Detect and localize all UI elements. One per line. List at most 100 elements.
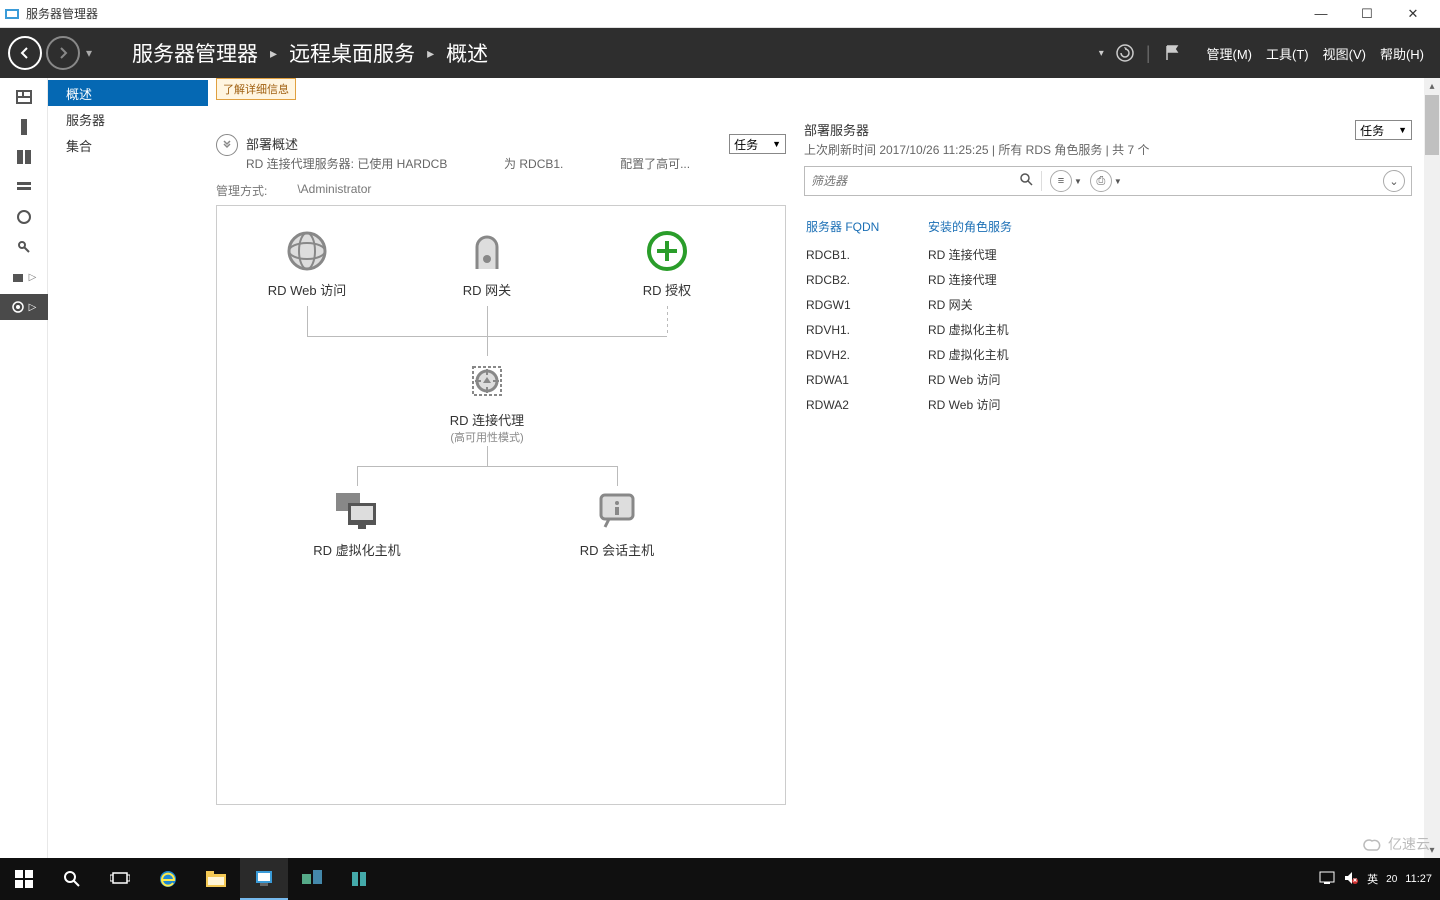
header-dropdown-icon[interactable]: ▾ — [1099, 48, 1104, 59]
tools-menu[interactable]: 工具(T) — [1266, 44, 1309, 63]
virt-host-icon — [287, 486, 427, 536]
manage-label: 管理方式: — [216, 182, 267, 199]
table-row[interactable]: RDVH1.RD 虚拟化主机 — [806, 318, 1020, 341]
maximize-button[interactable]: ☐ — [1344, 0, 1390, 28]
nav-item-collections[interactable]: 集合 — [48, 132, 208, 158]
list-icon: ≡ — [1050, 170, 1072, 192]
taskbar-app-icon[interactable] — [288, 858, 336, 900]
manage-row: 管理方式: \Administrator — [216, 178, 786, 203]
table-row[interactable]: RDWA1RD Web 访问 — [806, 368, 1020, 391]
filter-view-dropdown[interactable]: ≡▼ — [1050, 170, 1082, 192]
ime-indicator[interactable]: 英 — [1367, 871, 1378, 887]
breadcrumb-sep-icon: ▸ — [427, 45, 434, 62]
breadcrumb-item[interactable]: 概述 — [446, 38, 488, 68]
taskbar: 英 20 11:27 — [0, 858, 1440, 900]
explorer-icon[interactable] — [192, 858, 240, 900]
breadcrumb-item[interactable]: 服务器管理器 — [132, 38, 258, 68]
diagram-connector — [487, 446, 488, 466]
server-manager-taskbar-icon[interactable] — [240, 858, 288, 900]
deployment-servers-meta: 上次刷新时间 2017/10/26 11:25:25 | 所有 RDS 角色服务… — [804, 141, 1347, 158]
tray-monitor-icon[interactable] — [1319, 871, 1335, 888]
node-rd-license[interactable]: RD 授权 — [597, 226, 737, 299]
broker-icon — [417, 356, 557, 406]
flag-icon[interactable] — [1161, 42, 1183, 64]
table-row[interactable]: RDVH2.RD 虚拟化主机 — [806, 343, 1020, 366]
breadcrumb-item[interactable]: 远程桌面服务 — [289, 38, 415, 68]
titlebar: 服务器管理器 — ☐ ✕ — [0, 0, 1440, 28]
diagram-connector — [487, 306, 488, 356]
clock[interactable]: 11:27 — [1405, 873, 1432, 885]
nav-item-servers[interactable]: 服务器 — [48, 106, 208, 132]
rail-item-expandable[interactable]: ▷ — [0, 264, 48, 290]
rail-dashboard-icon[interactable] — [4, 84, 44, 110]
expand-icon[interactable]: ⌄ — [1383, 170, 1405, 192]
close-button[interactable]: ✕ — [1390, 0, 1436, 28]
nav-panel: 概述 服务器 集合 — [48, 78, 208, 858]
window-controls: — ☐ ✕ — [1298, 0, 1436, 28]
start-button[interactable] — [0, 858, 48, 900]
tray-volume-icon[interactable] — [1343, 871, 1359, 888]
tasks-dropdown[interactable]: 任务 — [1355, 120, 1412, 140]
table-row[interactable]: RDWA2RD Web 访问 — [806, 393, 1020, 416]
app-icon — [4, 6, 20, 22]
help-menu[interactable]: 帮助(H) — [1380, 44, 1424, 63]
vertical-scrollbar[interactable]: ▴ ▾ — [1424, 78, 1440, 858]
col-role[interactable]: 安装的角色服务 — [928, 214, 1020, 241]
taskbar-app-icon[interactable] — [336, 858, 384, 900]
filter-bar: ≡▼ ⎙▼ ⌄ — [804, 166, 1412, 196]
session-host-icon — [547, 486, 687, 536]
node-rd-web[interactable]: RD Web 访问 — [237, 226, 377, 299]
deployment-servers-panel: 部署服务器 上次刷新时间 2017/10/26 11:25:25 | 所有 RD… — [804, 78, 1432, 850]
info-banner[interactable]: 了解详细信息 — [216, 78, 296, 100]
ime-num[interactable]: 20 — [1386, 874, 1397, 885]
col-fqdn[interactable]: 服务器 FQDN — [806, 214, 926, 241]
breadcrumb: 服务器管理器 ▸ 远程桌面服务 ▸ 概述 — [128, 38, 492, 68]
history-dropdown-icon[interactable]: ▾ — [86, 46, 92, 60]
deployment-servers-title: 部署服务器 — [804, 120, 1347, 139]
node-rd-broker[interactable]: RD 连接代理 (高可用性模式) — [417, 356, 557, 445]
diagram-connector — [667, 306, 668, 336]
back-button[interactable] — [8, 36, 42, 70]
collapse-icon[interactable] — [216, 134, 238, 156]
separator — [1041, 171, 1042, 191]
refresh-icon[interactable] — [1114, 42, 1136, 64]
diagram-connector — [357, 466, 617, 467]
diagram-connector — [357, 466, 358, 486]
rail-local-server-icon[interactable] — [4, 114, 44, 140]
rail-file-services-icon[interactable] — [4, 174, 44, 200]
minimize-button[interactable]: — — [1298, 0, 1344, 28]
filter-save-dropdown[interactable]: ⎙▼ — [1090, 170, 1122, 192]
view-menu[interactable]: 视图(V) — [1323, 44, 1366, 63]
search-button[interactable] — [48, 858, 96, 900]
taskview-button[interactable] — [96, 858, 144, 900]
scroll-up-icon[interactable]: ▴ — [1424, 78, 1440, 94]
node-rd-session-host[interactable]: RD 会话主机 — [547, 486, 687, 559]
servers-table: 服务器 FQDN 安装的角色服务 RDCB1.RD 连接代理 RDCB2.RD … — [804, 212, 1022, 418]
system-tray: 英 20 11:27 — [1319, 871, 1440, 888]
tasks-dropdown[interactable]: 任务 — [729, 134, 786, 154]
save-icon: ⎙ — [1090, 170, 1112, 192]
deployment-overview-panel: 了解详细信息 部署概述 RD 连接代理服务器: 已使用 HARDCB 为 RDC… — [216, 78, 786, 850]
node-rd-gateway[interactable]: RD 网关 — [417, 226, 557, 299]
scrollbar-thumb[interactable] — [1425, 95, 1439, 155]
diagram-connector — [617, 466, 618, 486]
rail-rds-icon[interactable]: ▷ — [0, 294, 48, 320]
nav-item-overview[interactable]: 概述 — [48, 80, 208, 106]
table-row[interactable]: RDCB1.RD 连接代理 — [806, 243, 1020, 266]
deployment-diagram: RD Web 访问 RD 网关 RD 授权 RD 连接 — [216, 205, 786, 805]
breadcrumb-sep-icon: ▸ — [270, 45, 277, 62]
table-row[interactable]: RDCB2.RD 连接代理 — [806, 268, 1020, 291]
rail-key-icon[interactable] — [4, 234, 44, 260]
rail-iis-icon[interactable] — [4, 204, 44, 230]
rail-all-servers-icon[interactable] — [4, 144, 44, 170]
table-row[interactable]: RDGW1RD 网关 — [806, 293, 1020, 316]
deployment-overview-title: 部署概述 — [246, 134, 721, 153]
separator-icon: | — [1146, 43, 1151, 64]
search-icon[interactable] — [1019, 172, 1033, 191]
forward-button[interactable] — [46, 36, 80, 70]
node-rd-virt-host[interactable]: RD 虚拟化主机 — [287, 486, 427, 559]
filter-input[interactable] — [811, 167, 1011, 195]
globe-icon — [237, 226, 377, 276]
manage-menu[interactable]: 管理(M) — [1207, 44, 1253, 63]
ie-icon[interactable] — [144, 858, 192, 900]
